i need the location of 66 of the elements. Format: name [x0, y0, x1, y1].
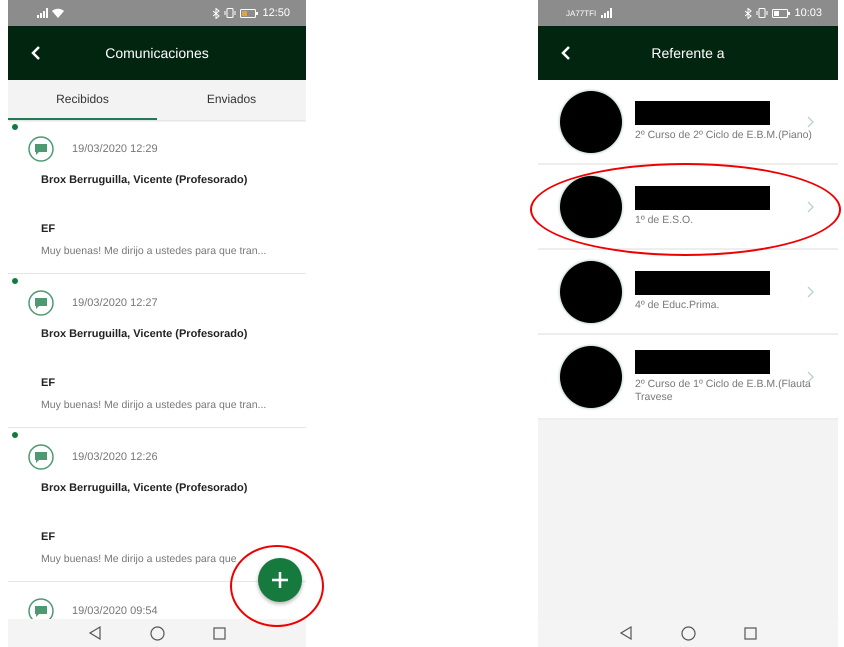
vibrate-icon	[224, 8, 236, 18]
circle-icon	[680, 626, 696, 640]
clock-time: 12:50	[262, 7, 290, 19]
back-icon	[561, 45, 571, 61]
chevron-icon	[807, 286, 814, 298]
vibrate-icon	[756, 8, 768, 18]
message-preview: Muy buenas! Me dirijo a ustedes para que	[40, 552, 238, 567]
sender-name: Brox Berruguilla, Vicente (Profesorado)	[40, 173, 248, 188]
tab[interactable]: Enviados	[157, 80, 306, 120]
wifi-icon	[52, 8, 64, 18]
signal-icon	[600, 8, 612, 18]
message-subject: EF	[40, 222, 56, 237]
avatar	[560, 90, 622, 152]
student-item[interactable]: 4º de Educ.Prima.	[538, 250, 838, 335]
message-item[interactable]: 19/03/2020 12:27 Brox Berruguilla, Vicente (Profesorado) EF Muy buenas! Me dirijo a ustedes para que tran...	[8, 274, 306, 428]
square-icon	[212, 626, 226, 640]
clock-time: 10:03	[794, 7, 822, 19]
course-name: 2º Curso de 2º Ciclo de E.B.M.(Piano)	[635, 129, 813, 142]
student-item[interactable]: 2º Curso de 1º Ciclo de E.B.M.(Flauta Travese	[538, 335, 838, 420]
avatar	[560, 346, 622, 408]
avatar	[560, 260, 622, 322]
message-preview: Muy buenas! Me dirijo a ustedes para que tran...	[40, 398, 268, 413]
message-date: 19/03/2020 12:29	[72, 143, 158, 155]
bluetooth-icon	[213, 8, 220, 18]
message-date: 19/03/2020 12:27	[72, 297, 158, 309]
sender-name: Brox Berruguilla, Vicente (Profesorado)	[40, 481, 248, 496]
carrier-name: JA77TFI	[566, 8, 596, 18]
message-item[interactable]: 19/03/2020 12:29 Brox Berruguilla, Vicente (Profesorado) EF Muy buenas! Me dirijo a ustedes para que tran...	[8, 120, 306, 274]
screen-title: Comunicaciones	[104, 45, 210, 61]
home-nav-button[interactable]	[680, 625, 696, 641]
chevron-icon	[807, 201, 814, 213]
square-icon	[744, 626, 756, 640]
message-date: 19/03/2020 09:54	[72, 605, 158, 617]
bluetooth-icon	[745, 8, 752, 18]
battery-icon	[772, 8, 790, 18]
plus-icon	[271, 571, 289, 589]
signal-icon	[36, 8, 48, 18]
add-button[interactable]	[258, 558, 302, 602]
avatar	[560, 176, 622, 238]
sender-name: Brox Berruguilla, Vicente (Profesorado)	[40, 327, 248, 342]
back-nav-button[interactable]	[618, 625, 634, 641]
chat-bubble-icon	[28, 136, 54, 162]
course-name: 1º de E.S.O.	[635, 214, 694, 227]
circle-icon	[150, 626, 164, 640]
back-icon	[31, 45, 41, 61]
screen-title: Referente a	[650, 45, 726, 61]
student-item[interactable]: 1º de E.S.O.	[538, 165, 838, 250]
chat-bubble-icon	[28, 598, 54, 619]
triangle-icon	[620, 626, 632, 640]
recents-nav-button[interactable]	[742, 625, 758, 641]
chat-bubble-icon	[28, 444, 54, 470]
student-item[interactable]: 2º Curso de 2º Ciclo de E.B.M.(Piano)	[538, 80, 838, 165]
message-preview: Muy buenas! Me dirijo a ustedes para que tran...	[40, 244, 268, 259]
home-nav-button[interactable]	[149, 625, 165, 641]
tab[interactable]: Recibidos	[8, 80, 157, 120]
message-subject: EF	[40, 530, 56, 545]
message-date: 19/03/2020 12:26	[72, 451, 158, 463]
recents-nav-button[interactable]	[211, 625, 227, 641]
battery-icon	[240, 8, 258, 18]
chat-bubble-icon	[28, 290, 54, 316]
triangle-icon	[89, 626, 101, 640]
back-nav-button[interactable]	[87, 625, 103, 641]
course-name: 2º Curso de 1º Ciclo de E.B.M.(Flauta Travese	[635, 378, 812, 404]
course-name: 4º de Educ.Prima.	[635, 299, 720, 312]
message-subject: EF	[40, 376, 56, 391]
chevron-icon	[807, 116, 814, 128]
